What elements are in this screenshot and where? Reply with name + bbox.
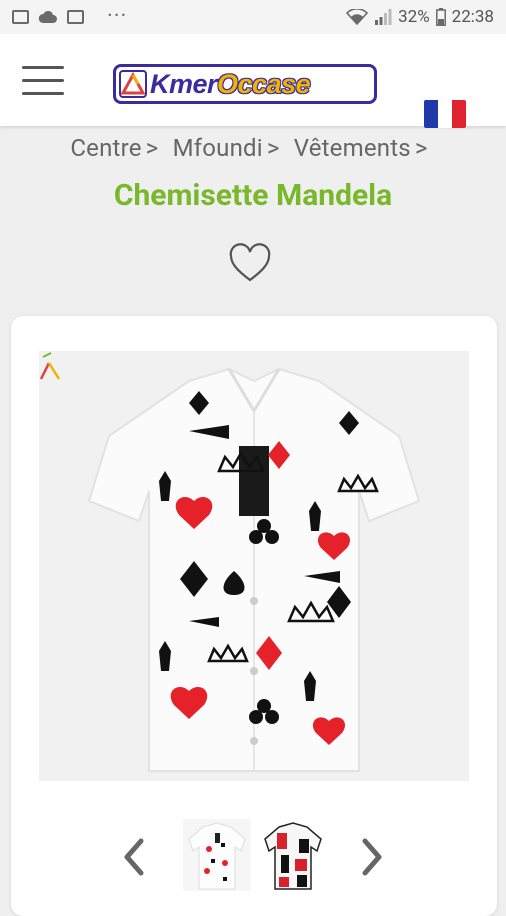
logo-triangle-icon bbox=[116, 67, 150, 101]
clock: 22:38 bbox=[451, 7, 494, 27]
breadcrumb: Centre > Mfoundi > Vêtements > bbox=[0, 134, 506, 162]
thumbnail-2[interactable] bbox=[259, 819, 327, 891]
hamburger-menu-button[interactable] bbox=[22, 66, 64, 96]
watermark-logo-icon bbox=[39, 352, 61, 380]
breadcrumb-separator: > bbox=[266, 134, 280, 162]
battery-icon bbox=[435, 8, 446, 26]
product-main-photo[interactable] bbox=[39, 351, 469, 781]
breadcrumb-separator: > bbox=[414, 134, 428, 162]
language-flag-fr-icon[interactable] bbox=[424, 100, 466, 128]
gallery-notification-icon bbox=[12, 10, 29, 24]
signal-icon bbox=[375, 9, 392, 25]
product-title: Chemisette Mandela bbox=[113, 178, 393, 213]
product-card bbox=[11, 316, 497, 916]
favorite-heart-icon[interactable] bbox=[228, 243, 272, 283]
thumbnail-carousel bbox=[11, 819, 497, 891]
battery-percent: 32% bbox=[398, 7, 430, 27]
wifi-icon bbox=[346, 9, 369, 25]
site-logo[interactable]: KmerOccase bbox=[113, 64, 377, 104]
breadcrumb-item-mfoundi[interactable]: Mfoundi bbox=[173, 134, 263, 162]
logo-text-kmer: Kmer bbox=[150, 69, 218, 99]
breadcrumb-separator: > bbox=[145, 134, 159, 162]
cloud-notification-icon bbox=[38, 10, 57, 23]
calendar-notification-icon bbox=[67, 10, 84, 24]
breadcrumb-item-vetements[interactable]: Vêtements bbox=[294, 134, 411, 162]
breadcrumb-item-centre[interactable]: Centre bbox=[70, 134, 141, 162]
app-header: KmerOccase bbox=[0, 34, 506, 128]
shirt-image bbox=[87, 367, 421, 772]
next-image-chevron-icon[interactable] bbox=[357, 837, 387, 877]
more-notifications-icon: ··· bbox=[107, 4, 128, 29]
thumbnail-1[interactable] bbox=[183, 819, 251, 891]
status-bar: ··· 32% 22:38 bbox=[0, 0, 506, 34]
previous-image-chevron-icon[interactable] bbox=[119, 837, 149, 877]
logo-text-occase: Occase bbox=[217, 69, 311, 99]
